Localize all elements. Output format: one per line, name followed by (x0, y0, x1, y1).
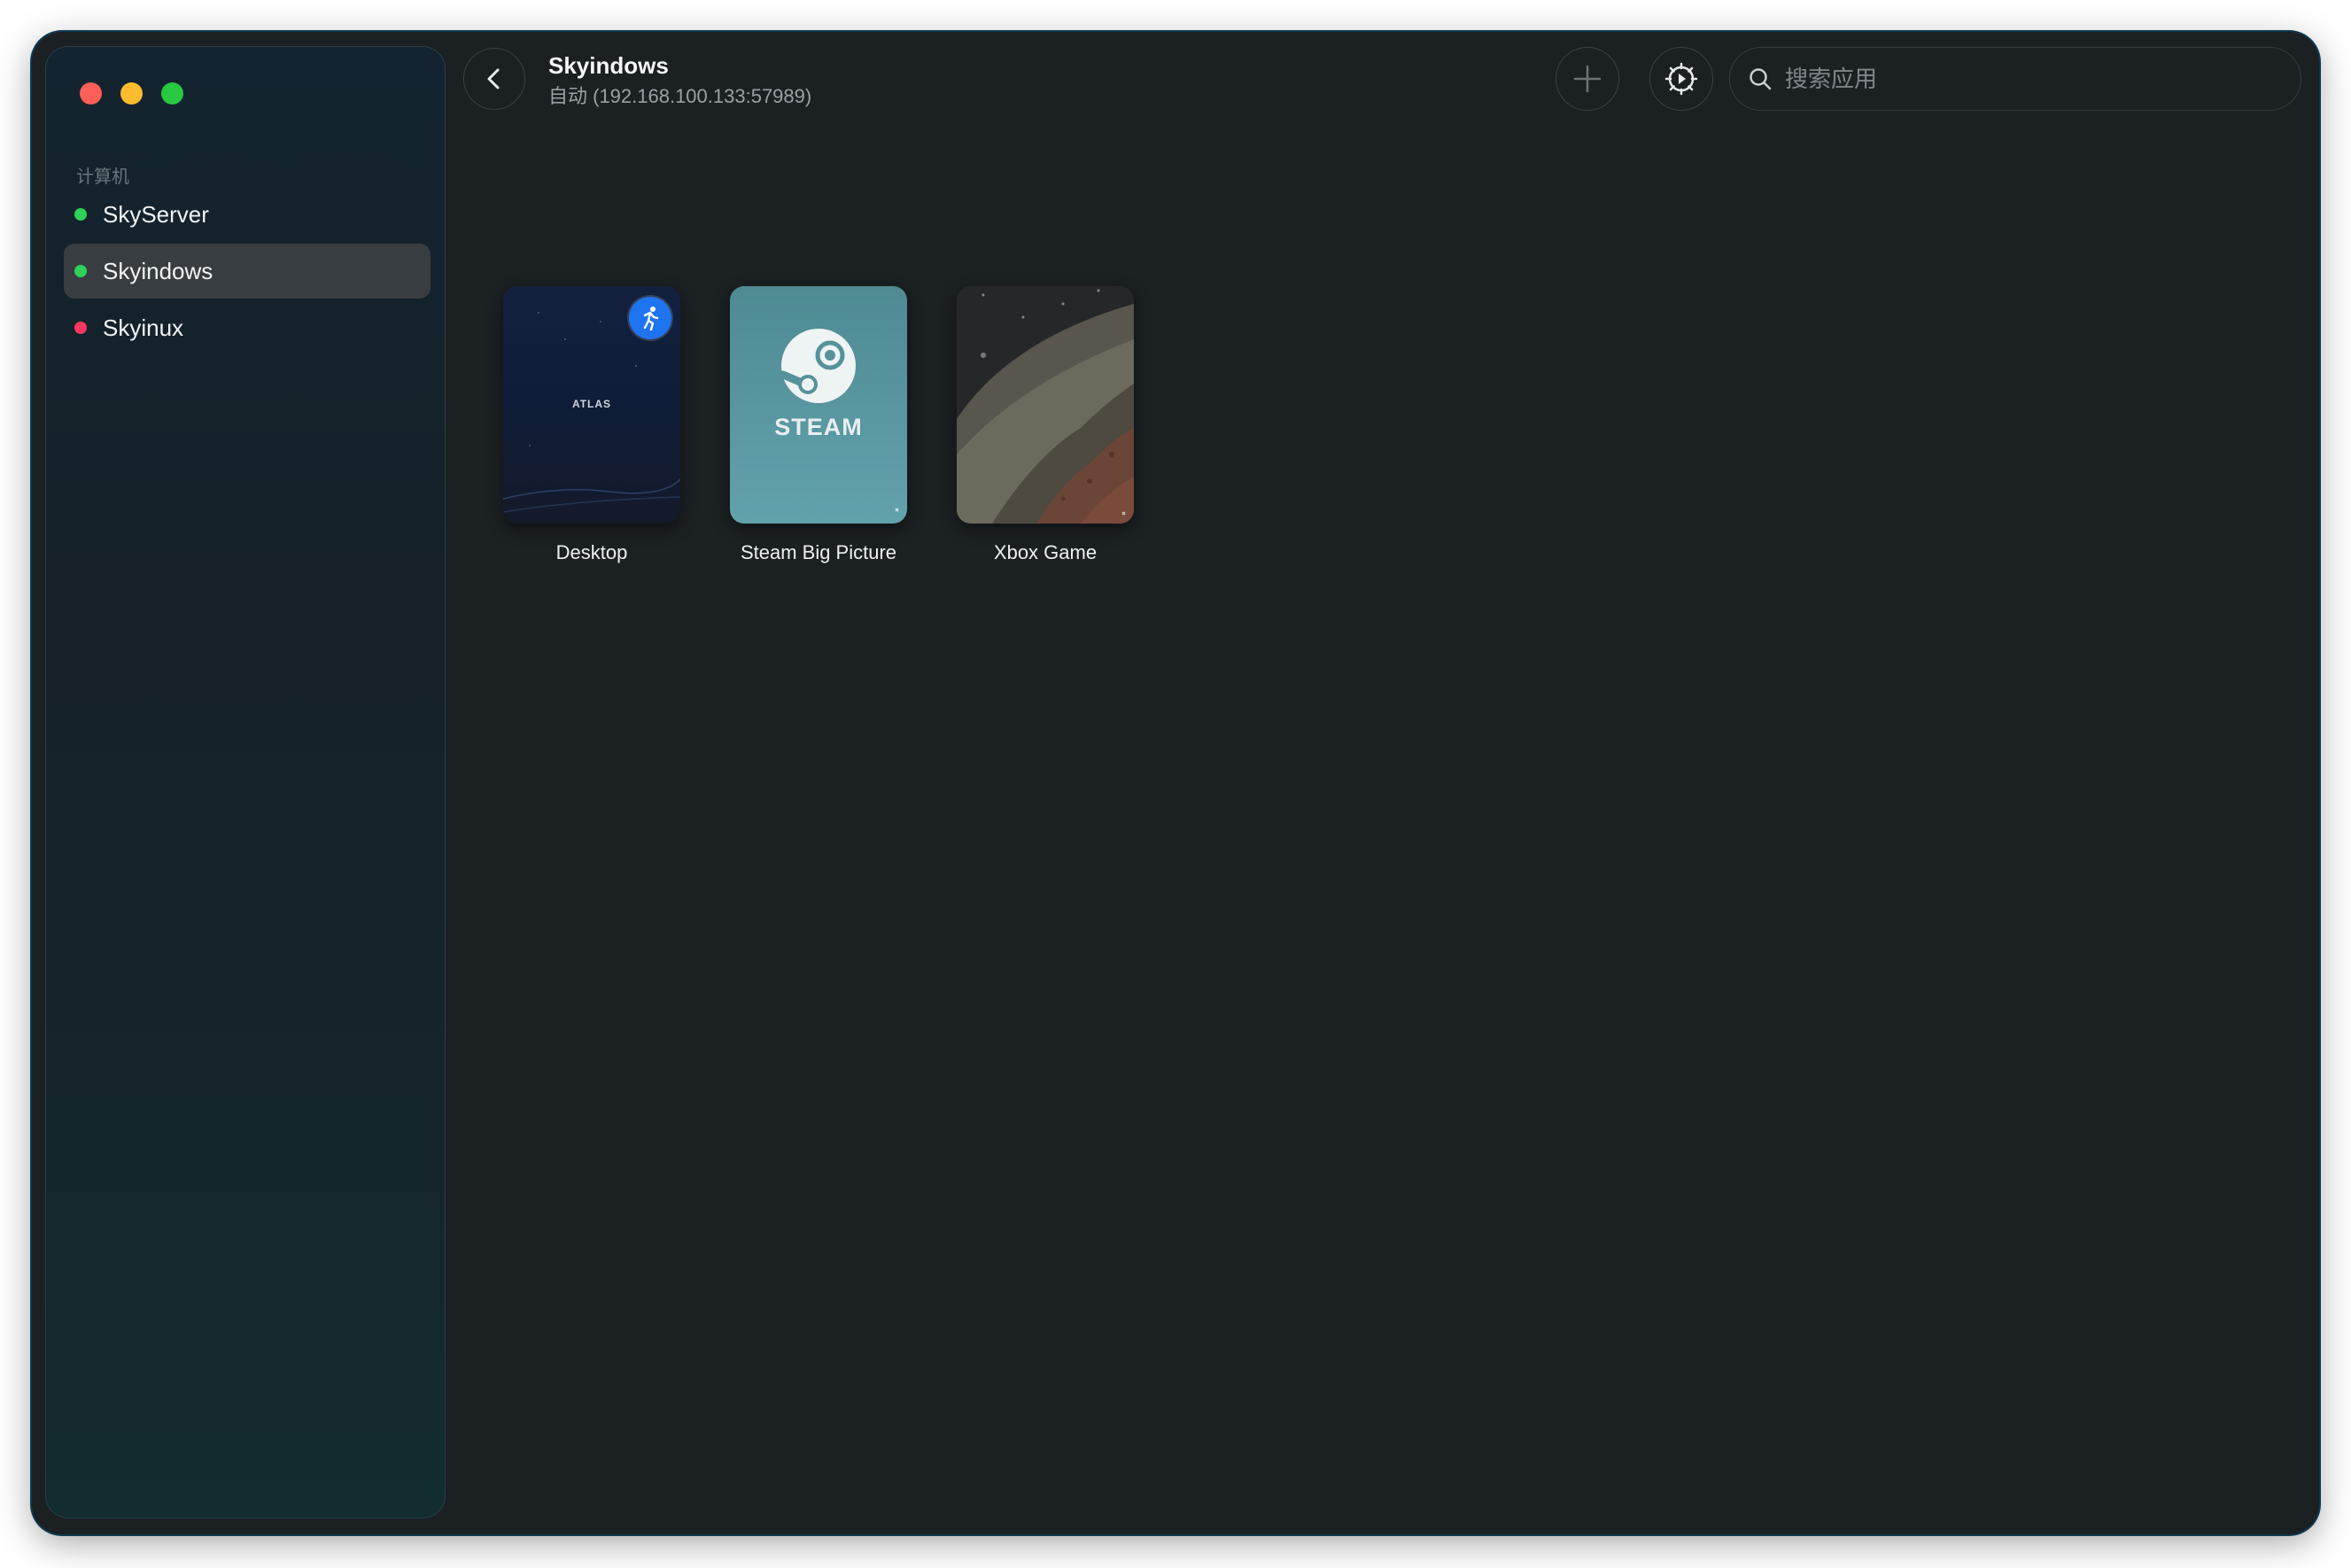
sidebar-item-skyserver[interactable]: SkyServer (64, 187, 431, 242)
search-bar (1729, 47, 2301, 111)
running-icon (643, 307, 659, 331)
app-tile-xbox-game[interactable]: Xbox Game (957, 286, 1134, 564)
minimize-window-button[interactable] (120, 82, 143, 105)
steam-logo-icon (779, 329, 899, 512)
close-window-button[interactable] (80, 82, 102, 105)
app-name: Steam Big Picture (740, 541, 897, 563)
online-status-dot (74, 265, 87, 277)
add-app-button[interactable] (1556, 47, 1619, 111)
steam-logo-text: STEAM (774, 414, 863, 440)
search-icon (1750, 68, 1772, 90)
settings-button[interactable] (1649, 47, 1713, 111)
online-status-dot (74, 208, 87, 221)
plus-icon (1573, 65, 1602, 93)
steam-thumbnail: STEAM (730, 286, 907, 524)
sidebar-item-skyinux[interactable]: Skyinux (64, 300, 431, 355)
app-tile-desktop[interactable]: ATLAS Desktop (503, 286, 680, 564)
sidebar-section-label: 计算机 (76, 167, 129, 187)
sidebar-item-skyindows[interactable]: Skyindows (64, 244, 431, 299)
app-tile-steam-big-picture[interactable]: STEAM Steam Big Picture (730, 286, 907, 564)
gear-icon (1664, 62, 1698, 96)
app-name: Desktop (555, 541, 628, 563)
search-input[interactable] (1783, 64, 2283, 94)
atlas-logo-text: ATLAS (571, 398, 612, 410)
running-badge (629, 297, 671, 339)
planet-art (957, 286, 1134, 524)
host-title: Skyindows (548, 52, 669, 79)
chevron-left-icon (487, 68, 500, 89)
sidebar-item-label: Skyindows (103, 257, 213, 284)
app-name: Xbox Game (993, 541, 1098, 563)
zoom-window-button[interactable] (161, 82, 183, 105)
xbox-game-thumbnail (957, 286, 1134, 524)
desktop-thumbnail: ATLAS (503, 286, 680, 524)
offline-status-dot (74, 322, 87, 334)
host-address: 自动 (192.168.100.133:57989) (548, 85, 812, 107)
sidebar-item-label: Skyinux (103, 314, 184, 341)
back-button[interactable] (463, 48, 525, 110)
sidebar: 计算机 SkyServer Skyindows Skyinux (45, 46, 446, 1518)
sidebar-item-label: SkyServer (103, 200, 209, 228)
app-window: 计算机 SkyServer Skyindows Skyinux Skyindow… (32, 32, 2319, 1534)
